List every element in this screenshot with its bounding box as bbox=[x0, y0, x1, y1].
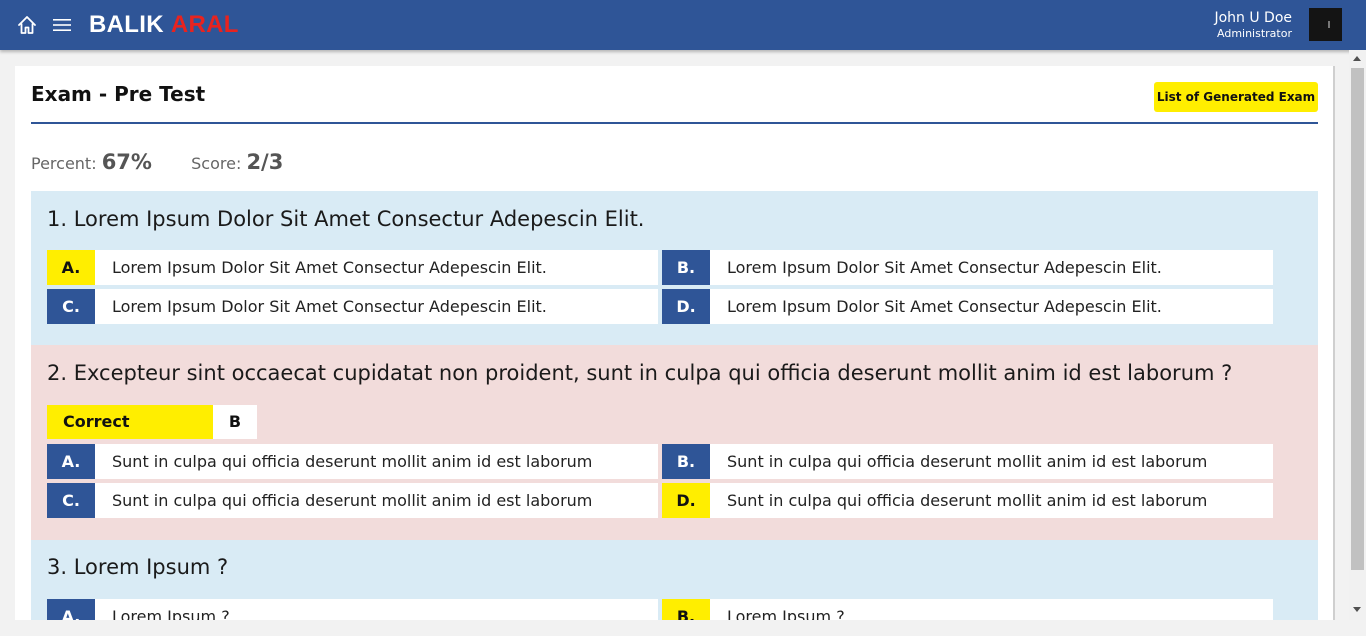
user-name: John U Doe bbox=[1214, 10, 1292, 26]
option-letter: B. bbox=[662, 250, 710, 285]
option-letter: D. bbox=[662, 289, 710, 324]
option-text: Sunt in culpa qui officia deserunt molli… bbox=[727, 452, 1208, 471]
brand-logo[interactable]: BALIK ARAL bbox=[89, 11, 239, 39]
list-generated-exam-button[interactable]: List of Generated Exam bbox=[1154, 82, 1318, 112]
option-b[interactable]: B. Sunt in culpa qui officia deserunt mo… bbox=[662, 444, 1273, 479]
user-role: Administrator bbox=[1217, 27, 1292, 40]
question-block-1: 1. Lorem Ipsum Dolor Sit Amet Consectur … bbox=[31, 191, 1318, 345]
home-icon[interactable] bbox=[17, 15, 37, 35]
option-letter: A. bbox=[47, 250, 95, 285]
scroll-up-arrow-icon[interactable] bbox=[1353, 56, 1361, 61]
option-a[interactable]: A. Lorem Ipsum ? bbox=[47, 599, 658, 620]
brand-text-part1: BALIK bbox=[89, 11, 164, 38]
top-navbar: BALIK ARAL John U Doe Administrator bbox=[0, 0, 1366, 50]
question-block-2: 2. Excepteur sint occaecat cupidatat non… bbox=[31, 345, 1318, 540]
option-letter: B. bbox=[662, 599, 710, 620]
score-label: Score: bbox=[191, 154, 242, 173]
exam-result-card: Exam - Pre Test List of Generated Exam P… bbox=[15, 66, 1335, 620]
page-title: Exam - Pre Test bbox=[31, 82, 206, 106]
question-text: 3. Lorem Ipsum ? bbox=[47, 555, 229, 579]
option-letter: B. bbox=[662, 444, 710, 479]
hamburger-menu-icon[interactable] bbox=[53, 17, 71, 33]
option-text: Sunt in culpa qui officia deserunt molli… bbox=[112, 491, 593, 510]
option-letter: D. bbox=[662, 483, 710, 518]
option-letter: A. bbox=[47, 444, 95, 479]
avatar[interactable] bbox=[1309, 8, 1342, 41]
option-text: Sunt in culpa qui officia deserunt molli… bbox=[112, 452, 593, 471]
option-text: Lorem Ipsum Dolor Sit Amet Consectur Ade… bbox=[112, 297, 547, 316]
scroll-down-arrow-icon[interactable] bbox=[1353, 607, 1361, 612]
option-b[interactable]: B. Lorem Ipsum ? bbox=[662, 599, 1273, 620]
correct-answer-indicator: Correct Answer. B bbox=[47, 405, 257, 465]
option-b[interactable]: B. Lorem Ipsum Dolor Sit Amet Consectur … bbox=[662, 250, 1273, 285]
option-letter: C. bbox=[47, 289, 95, 324]
question-block-3: 3. Lorem Ipsum ? A. Lorem Ipsum ? B. Lor… bbox=[31, 540, 1318, 620]
question-text: 2. Excepteur sint occaecat cupidatat non… bbox=[47, 361, 1233, 385]
option-d[interactable]: D. Sunt in culpa qui officia deserunt mo… bbox=[662, 483, 1273, 518]
correct-answer-value: B bbox=[213, 405, 257, 439]
title-divider bbox=[31, 122, 1318, 124]
option-d[interactable]: D. Lorem Ipsum Dolor Sit Amet Consectur … bbox=[662, 289, 1273, 324]
option-text: Sunt in culpa qui officia deserunt molli… bbox=[727, 491, 1208, 510]
score-summary: Percent: 67% Score: 2/3 bbox=[31, 150, 283, 174]
page-scrollbar[interactable] bbox=[1349, 50, 1366, 620]
option-text: Lorem Ipsum ? bbox=[727, 607, 845, 620]
option-letter: A. bbox=[47, 599, 95, 620]
percent-value: 67% bbox=[101, 150, 152, 174]
score-value: 2/3 bbox=[246, 150, 284, 174]
option-c[interactable]: C. Lorem Ipsum Dolor Sit Amet Consectur … bbox=[47, 289, 658, 324]
option-letter: C. bbox=[47, 483, 95, 518]
scrollbar-thumb[interactable] bbox=[1351, 68, 1364, 570]
question-text: 1. Lorem Ipsum Dolor Sit Amet Consectur … bbox=[47, 207, 645, 231]
option-c[interactable]: C. Sunt in culpa qui officia deserunt mo… bbox=[47, 483, 658, 518]
option-a[interactable]: A. Lorem Ipsum Dolor Sit Amet Consectur … bbox=[47, 250, 658, 285]
option-text: Lorem Ipsum Dolor Sit Amet Consectur Ade… bbox=[727, 297, 1162, 316]
option-a[interactable]: A. Sunt in culpa qui officia deserunt mo… bbox=[47, 444, 658, 479]
correct-answer-label: Correct Answer. bbox=[47, 405, 213, 465]
brand-text-part2: ARAL bbox=[170, 11, 239, 38]
option-text: Lorem Ipsum ? bbox=[112, 607, 230, 620]
option-text: Lorem Ipsum Dolor Sit Amet Consectur Ade… bbox=[112, 258, 547, 277]
option-text: Lorem Ipsum Dolor Sit Amet Consectur Ade… bbox=[727, 258, 1162, 277]
user-info[interactable]: John U Doe Administrator bbox=[1214, 10, 1292, 41]
percent-label: Percent: bbox=[31, 154, 97, 173]
